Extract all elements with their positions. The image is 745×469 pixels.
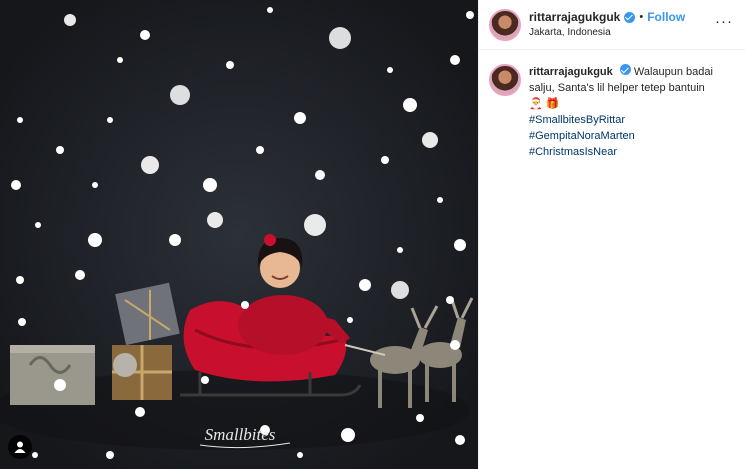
location-link[interactable]: Jakarta, Indonesia	[529, 25, 685, 40]
caption-verified-icon	[619, 64, 631, 75]
watermark-text: Smallbites	[205, 425, 276, 444]
caption-username[interactable]: rittarrajagukguk	[529, 66, 613, 78]
post-header: rittarrajagukguk • Follow Jakarta, Indon…	[479, 0, 745, 50]
caption-block: rittarrajagukguk Walaupun badai salju, S…	[479, 50, 745, 160]
gift-emoji-icon: 🎁	[545, 98, 560, 110]
username-link[interactable]: rittarrajagukguk	[529, 10, 620, 25]
separator-dot: •	[639, 10, 644, 23]
santa-emoji-icon: 🎅	[529, 98, 543, 110]
caption-avatar[interactable]	[489, 64, 521, 96]
caption-text: rittarrajagukguk Walaupun badai salju, S…	[529, 64, 734, 160]
person-icon	[14, 441, 26, 453]
verified-icon	[624, 11, 636, 23]
hashtag-link[interactable]: #GempitaNoraMarten	[529, 128, 734, 144]
hashtag-link[interactable]: #ChristmasIsNear	[529, 144, 734, 160]
instagram-post: Smallbites rittarrajagukguk • Follow Jak…	[0, 0, 745, 469]
snow-scene: Smallbites	[0, 0, 478, 469]
more-options-icon[interactable]: ···	[715, 14, 733, 29]
header-row: rittarrajagukguk • Follow	[529, 10, 685, 25]
hashtag-link[interactable]: #SmallbitesByRittar	[529, 112, 734, 128]
post-photo[interactable]: Smallbites	[0, 0, 478, 469]
follow-button[interactable]: Follow	[647, 10, 685, 25]
post-sidebar: rittarrajagukguk • Follow Jakarta, Indon…	[478, 0, 745, 469]
avatar[interactable]	[489, 8, 521, 41]
user-tag-icon[interactable]	[8, 435, 32, 459]
header-info: rittarrajagukguk • Follow Jakarta, Indon…	[529, 10, 685, 40]
